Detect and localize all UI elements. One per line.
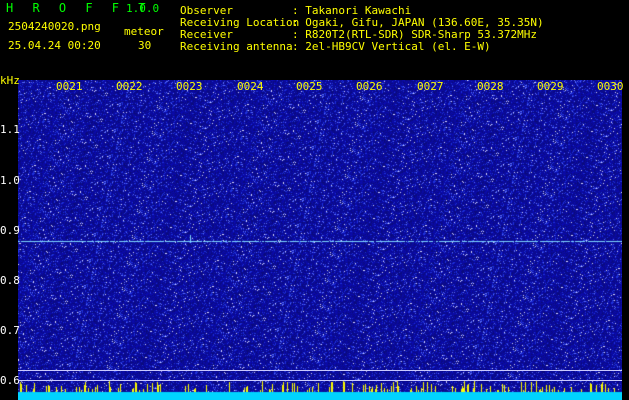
- y-tick-1.0: 1.0: [0, 174, 20, 187]
- time-label-0021: 0021: [56, 80, 83, 93]
- spectrogram: [18, 80, 622, 400]
- y-tick-1.1: 1.1: [0, 123, 20, 136]
- antenna-label: Receiving antenna: [180, 40, 293, 53]
- time-label-0029: 0029: [537, 80, 564, 93]
- y-tick-0.9: 0.9: [0, 224, 20, 237]
- time-label-0026: 0026: [356, 80, 383, 93]
- y-tick-0.6: 0.6: [0, 374, 20, 387]
- time-label-0023: 0023: [176, 80, 203, 93]
- file-name: 2504240020.png: [8, 20, 101, 33]
- meteor-count: 30: [138, 39, 152, 52]
- time-label-0030: 0030: [597, 80, 624, 93]
- frequency-unit-label: kHz: [0, 74, 20, 87]
- observation-datetime: 25.04.24 00:20: [8, 39, 101, 52]
- meteor-label: meteor: [124, 25, 164, 38]
- antenna-value: : 2el-HB9CV Vertical (el. E-W): [292, 40, 491, 53]
- y-tick-0.7: 0.7: [0, 324, 20, 337]
- y-tick-0.8: 0.8: [0, 274, 20, 287]
- time-label-0022: 0022: [116, 80, 143, 93]
- time-label-0028: 0028: [477, 80, 504, 93]
- time-label-0024: 0024: [237, 80, 264, 93]
- app-version: 1.0.0: [126, 2, 160, 15]
- time-label-0025: 0025: [296, 80, 323, 93]
- spectrogram-canvas: [18, 80, 622, 400]
- reference-line-upper: [18, 370, 622, 371]
- reference-line-lower: [18, 380, 622, 381]
- time-label-0027: 0027: [417, 80, 444, 93]
